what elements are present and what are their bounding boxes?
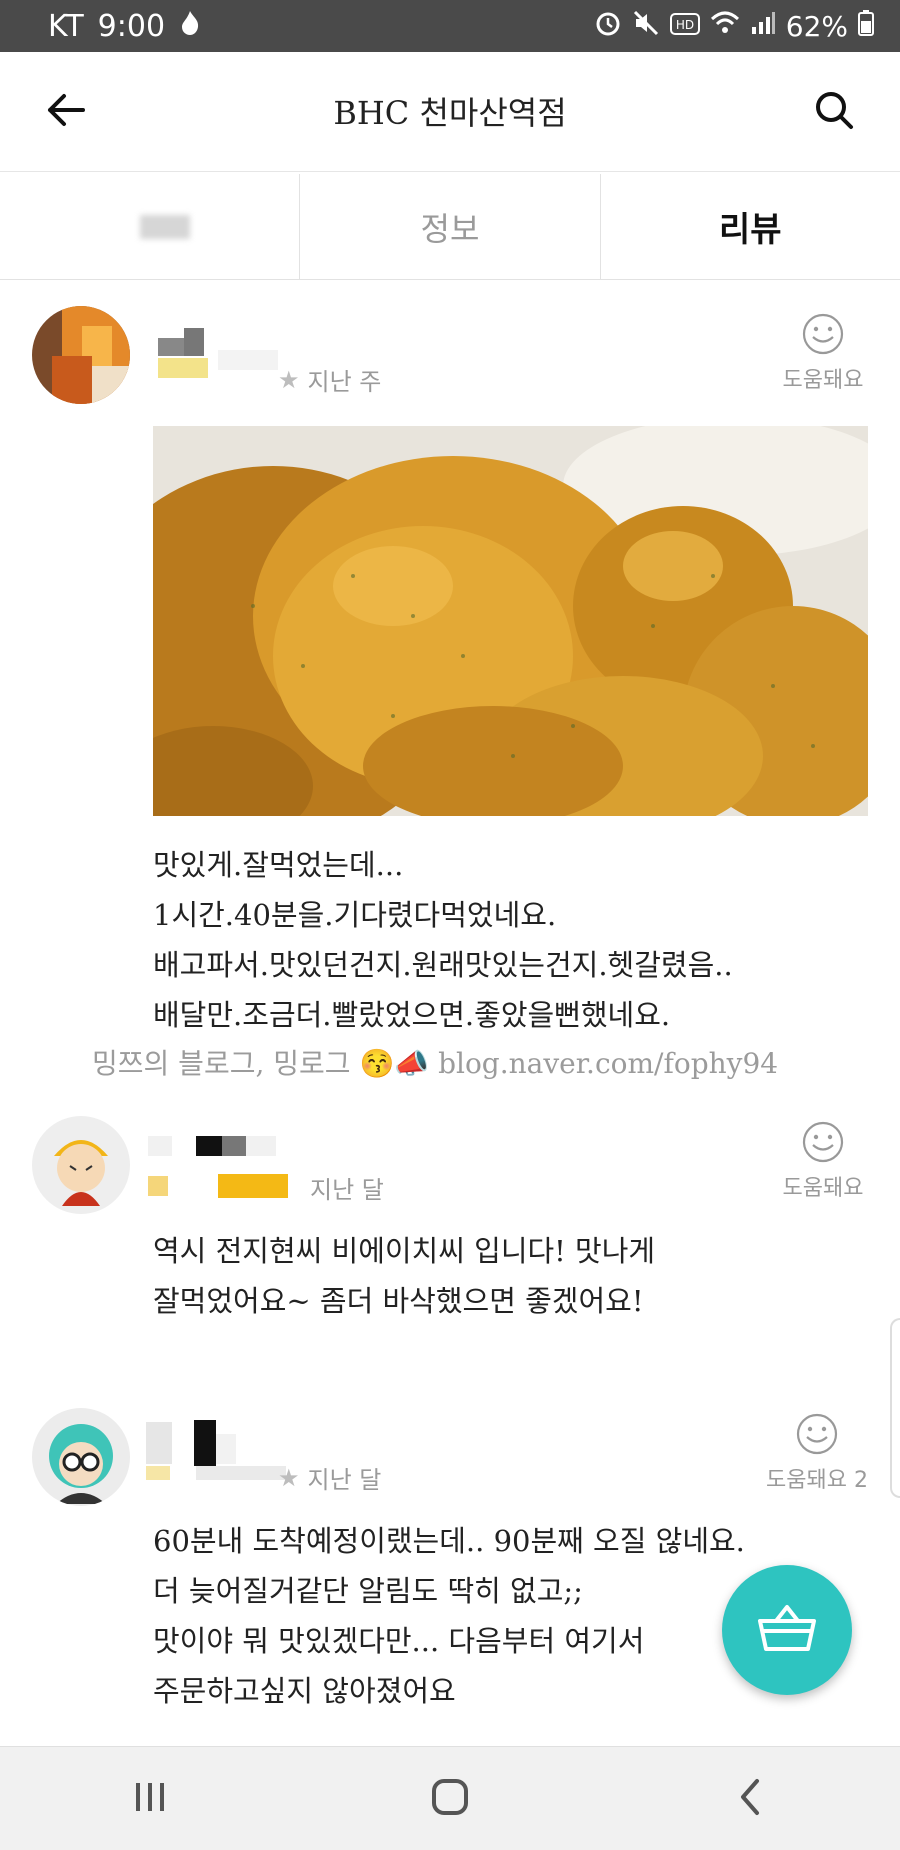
tab-info-label: 정보 [420, 209, 480, 248]
search-button[interactable] [804, 82, 864, 142]
smile-icon [768, 312, 878, 356]
review-photo[interactable] [153, 426, 868, 816]
helpful-label: 도움돼요 2 [766, 1468, 868, 1493]
hd-icon: HD [669, 10, 700, 43]
avatar [32, 1408, 130, 1506]
avatar [32, 306, 130, 404]
home-icon [430, 1777, 470, 1821]
shopping-basket-icon [756, 1601, 818, 1659]
tab-bar: 정보 리뷰 [0, 174, 900, 280]
review-body: 역시 전지현씨 비에이치씨 입니다! 맛나게 잘먹었어요~ 좀더 바삭했으면 좋… [153, 1234, 656, 1318]
mute-icon [632, 9, 660, 44]
back-icon [735, 1777, 765, 1821]
redacted-username [158, 310, 308, 378]
review-meta: 지난 달 [310, 1170, 384, 1205]
helpful-button[interactable]: 도움돼요 [768, 1120, 878, 1202]
time-label: 9:00 [97, 8, 166, 44]
page-title: BHC 천마산역점 [333, 94, 567, 132]
signal-icon [750, 10, 776, 43]
review-item: 지난 달 도움돼요 역시 전지현씨 비에이치씨 입니다! 맛나게 잘먹었어요~ … [0, 1110, 900, 1350]
helpful-button[interactable]: 도움돼요 2 [754, 1412, 880, 1494]
system-back-button[interactable] [710, 1759, 790, 1839]
tab-menu[interactable] [0, 174, 301, 279]
alarm-icon [594, 9, 622, 44]
svg-text:HD: HD [676, 18, 694, 32]
cart-button[interactable] [722, 1565, 852, 1695]
tab-reviews-label: 리뷰 [719, 210, 782, 250]
flame-icon [179, 10, 201, 42]
battery-icon [858, 9, 874, 43]
review-item: ★ 지난 주 도움돼요 맛있게.잘먹었는데... 1시간.40분을.기다렸다먹었… [0, 290, 900, 1090]
blog-credit: 밍쯔의 블로그, 밍로그 😚📣 blog.naver.com/fophy94 [92, 1047, 779, 1080]
star-icon: ★ [278, 1463, 300, 1492]
smile-icon [768, 1120, 878, 1164]
review-time: 지난 달 [310, 1176, 384, 1204]
tab-reviews[interactable]: 리뷰 [600, 174, 900, 279]
review-meta: ★ 지난 주 [278, 362, 381, 397]
redacted-username [146, 1410, 306, 1480]
recent-apps-icon [130, 1779, 170, 1819]
review-body: 맛있게.잘먹었는데... 1시간.40분을.기다렸다먹었네요. 배고파서.맛있던… [153, 848, 733, 1032]
home-button[interactable] [410, 1759, 490, 1839]
app-header: BHC 천마산역점 [0, 52, 900, 172]
helpful-button[interactable]: 도움돼요 [768, 312, 878, 394]
redacted-tab-label [139, 214, 190, 239]
tab-info[interactable]: 정보 [300, 174, 601, 279]
review-meta: ★ 지난 달 [278, 1460, 381, 1495]
system-nav-bar [0, 1746, 900, 1850]
recent-apps-button[interactable] [110, 1759, 190, 1839]
redacted-username [148, 1130, 308, 1198]
search-icon [813, 89, 855, 135]
review-time: 지난 주 [307, 368, 382, 396]
carrier-label: KT [48, 8, 84, 44]
smile-icon [754, 1412, 880, 1456]
status-bar: KT 9:00 HD 62% [0, 0, 900, 52]
wifi-icon [710, 10, 740, 43]
helpful-label: 도움돼요 [782, 368, 864, 393]
scroll-indicator[interactable] [890, 1318, 900, 1498]
avatar [32, 1116, 130, 1214]
helpful-label: 도움돼요 [782, 1176, 864, 1201]
star-icon: ★ [278, 365, 300, 394]
battery-label: 62% [785, 9, 848, 43]
review-time: 지난 달 [307, 1466, 382, 1494]
